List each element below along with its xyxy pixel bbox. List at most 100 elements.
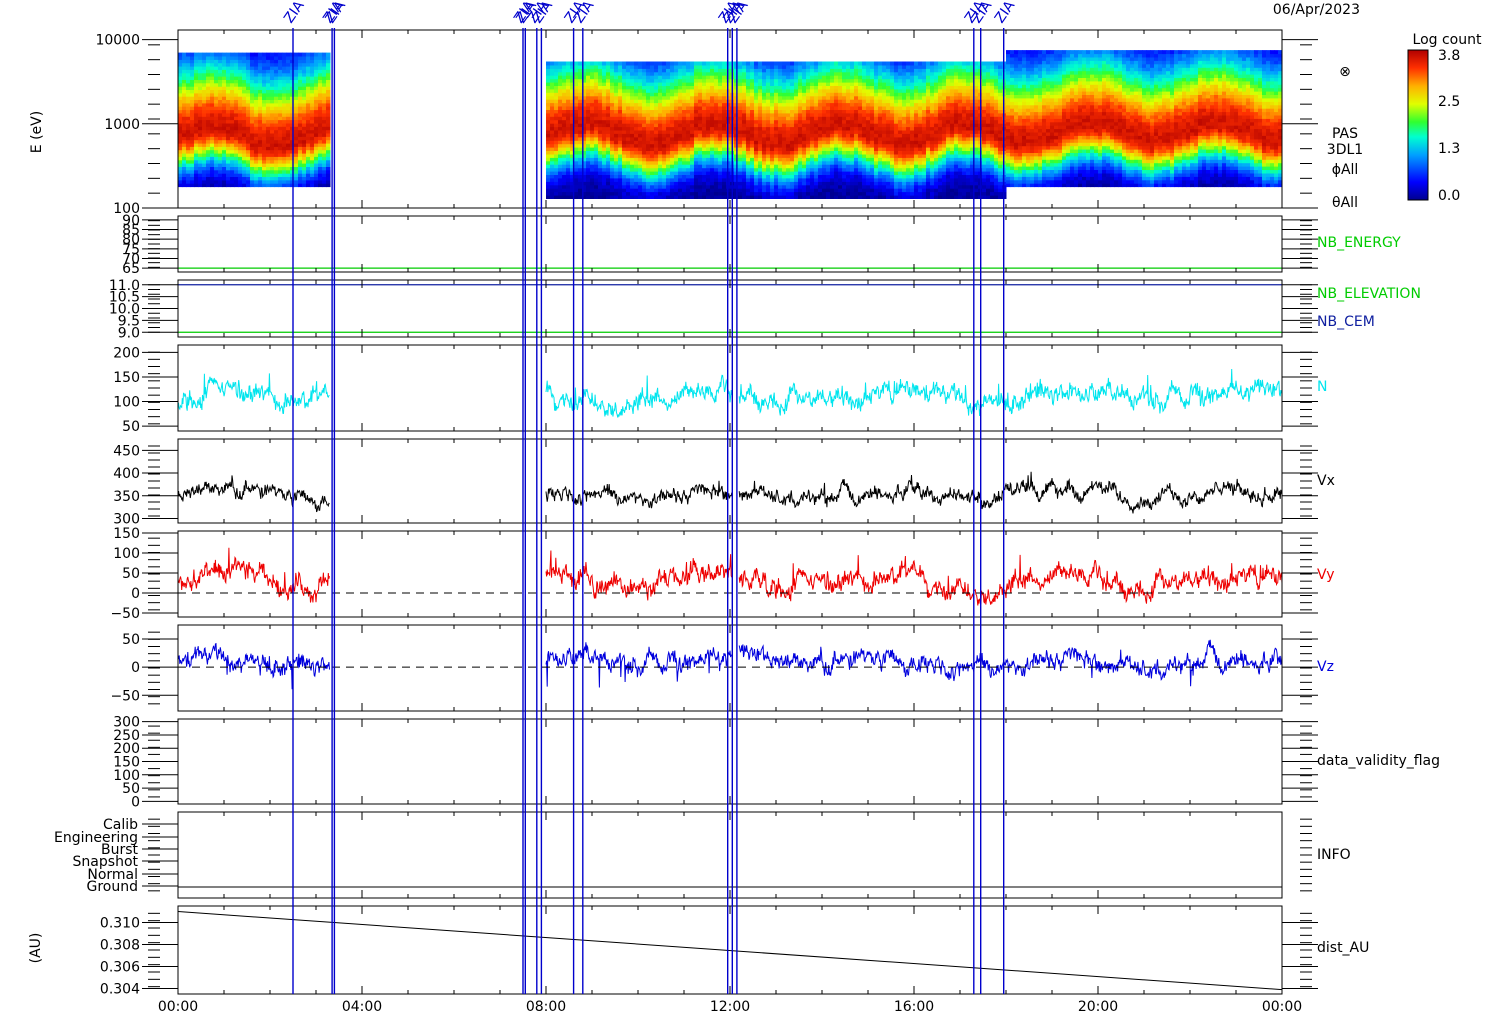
spectrogram-cell <box>298 119 303 124</box>
spectrogram-cell <box>234 149 239 154</box>
spectrogram-cell <box>238 62 243 67</box>
spectrogram-cell <box>702 133 707 138</box>
spectrogram-cell <box>802 133 807 138</box>
spectrogram-cell <box>286 62 291 67</box>
spectrogram-cell <box>550 150 555 155</box>
spectrogram-cell <box>254 62 259 67</box>
spectrogram-cell <box>762 188 767 193</box>
spectrogram-cell <box>754 136 759 141</box>
spectrogram-cell <box>874 61 879 66</box>
spectrogram-cell <box>562 191 567 196</box>
spectrogram-cell <box>802 75 807 80</box>
spectrogram-cell <box>550 191 555 196</box>
spectrogram-cell <box>254 126 259 131</box>
spectrogram-cell <box>682 167 687 172</box>
spectrogram-cell <box>566 164 571 169</box>
spectrogram-cell <box>230 52 235 57</box>
spectrogram-cell <box>826 61 831 66</box>
spectrogram-cell <box>234 169 239 174</box>
spectrogram-cell <box>738 150 743 155</box>
spectrogram-cell <box>822 119 827 124</box>
spectrogram-cell <box>678 133 683 138</box>
spectrogram-cell <box>794 164 799 169</box>
spectrogram-cell <box>306 56 311 60</box>
spectrogram-cell <box>574 157 579 162</box>
spectrogram-cell <box>258 89 263 94</box>
spectrogram-cell <box>798 136 803 141</box>
spectrogram-cell <box>762 143 767 148</box>
spectrogram-cell <box>858 106 863 110</box>
spectrogram-cell <box>222 69 227 74</box>
spectrogram-cell <box>846 188 851 193</box>
spectrogram-cell <box>250 56 255 60</box>
spectrogram-cell <box>254 119 259 124</box>
spectrogram-cell <box>286 133 291 137</box>
spectrogram-cell <box>798 167 803 172</box>
spectrogram-cell <box>602 106 607 110</box>
spectrogram-cell <box>666 106 671 110</box>
spectrogram-cell <box>794 75 799 80</box>
spectrogram-cell <box>210 56 215 60</box>
spectrogram-cell <box>770 106 775 110</box>
spectrogram-cell <box>546 150 551 155</box>
spectrogram-cell <box>254 183 259 188</box>
spectrogram-cell <box>610 164 615 169</box>
spectrogram-cell <box>302 69 307 74</box>
spectrogram-cell <box>290 126 295 131</box>
spectrogram-cell <box>586 181 591 186</box>
spectrogram-cell <box>858 181 863 186</box>
spectrogram-cell <box>850 92 855 97</box>
spectrogram-cell <box>178 126 183 131</box>
spectrogram-cell <box>682 75 687 80</box>
spectrogram-cell <box>754 75 759 80</box>
spectrogram-cell <box>282 176 287 181</box>
spectrogram-cell <box>198 183 203 188</box>
spectrogram-cell <box>290 69 295 74</box>
spectrogram-cell <box>566 188 571 193</box>
spectrogram-cell <box>554 164 559 169</box>
series-label-dist: dist_AU <box>1317 940 1369 956</box>
spectrogram-cell <box>298 52 303 57</box>
spectrogram-cell <box>178 69 183 74</box>
spectrogram-cell <box>878 191 883 196</box>
spectrogram-cell <box>886 164 891 169</box>
spectrogram-cell <box>226 99 231 104</box>
spectrogram-cell <box>274 119 279 124</box>
spectrogram-cell <box>590 143 595 148</box>
spectrogram-cell <box>234 139 239 144</box>
spectrogram-cell <box>854 150 859 155</box>
spectrogram-label-instrument: PAS <box>1332 126 1358 142</box>
spectrogram-cell <box>758 167 763 172</box>
spectrogram-cell <box>794 177 799 182</box>
spectrogram-cell <box>622 188 627 193</box>
spectrogram-cell <box>246 52 251 57</box>
spectrogram-cell <box>554 191 559 196</box>
spectrogram-cell <box>282 89 287 94</box>
spectrogram-cell <box>834 150 839 155</box>
spectrogram-cell <box>266 89 271 94</box>
spectrogram-cell <box>818 136 823 141</box>
spectrogram-cell <box>678 164 683 169</box>
spectrogram-cell <box>810 106 815 110</box>
spectrogram-cell <box>194 89 199 94</box>
spectrogram-cell <box>634 143 639 148</box>
spectrogram-cell <box>282 52 287 57</box>
spectrogram-cell <box>238 149 243 154</box>
spectrogram-cell <box>846 150 851 155</box>
spectrogram-cell <box>254 176 259 181</box>
spectrogram-cell <box>294 176 299 181</box>
spectrogram-cell <box>694 164 699 169</box>
spectrogram-cell <box>778 157 783 162</box>
spectrogram-cell <box>882 92 887 97</box>
spectrogram-cell <box>842 106 847 110</box>
spectrogram-cell <box>678 92 683 97</box>
spectrogram-cell <box>790 61 795 66</box>
spectrogram-cell <box>234 82 239 87</box>
spectrogram-cell <box>834 61 839 66</box>
spectrogram-cell <box>178 183 183 188</box>
spectrogram-cell <box>778 191 783 196</box>
spectrogram-cell <box>190 89 195 94</box>
spectrogram-cell <box>702 157 707 162</box>
spectrogram-cell <box>822 157 827 162</box>
spectrogram-cell <box>218 139 223 144</box>
